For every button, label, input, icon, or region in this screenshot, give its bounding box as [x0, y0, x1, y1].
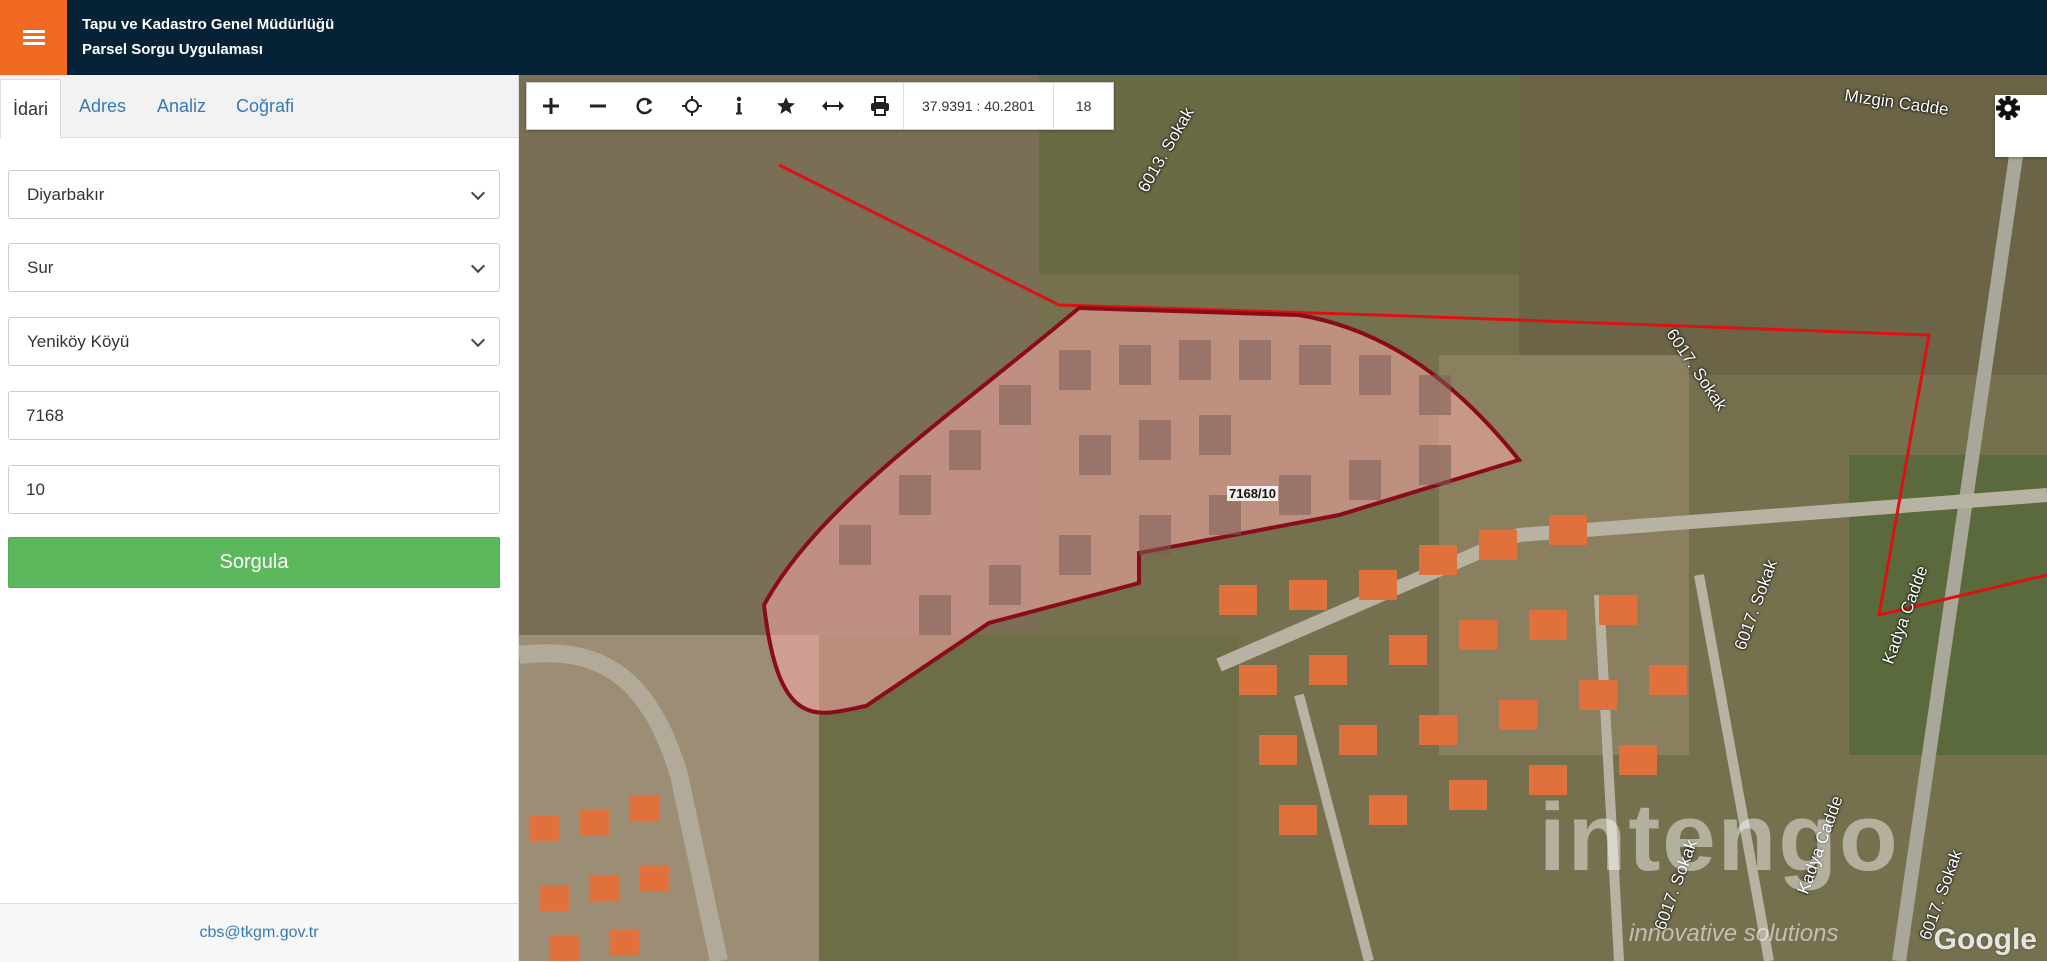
hamburger-icon [22, 29, 45, 46]
watermark-logo: intengo [1539, 784, 1900, 891]
settings-button[interactable] [1995, 95, 2047, 157]
app-title-line2: Parsel Sorgu Uygulaması [82, 41, 263, 58]
tab-idari[interactable]: İdari [0, 79, 62, 139]
refresh-icon[interactable] [621, 83, 668, 129]
tab-cografi[interactable]: Coğrafi [236, 75, 294, 137]
map-toolbar: 37.9391 : 40.2801 18 [526, 82, 1115, 130]
watermark-subtitle: innovative solutions [1629, 920, 1839, 947]
province-select[interactable]: Diyarbakır [8, 170, 500, 219]
map-view[interactable]: Mızgin Cadde 6013. Sokak 6017. Sokak 601… [519, 75, 2047, 961]
app-header: Tapu ve Kadastro Genel Müdürlüğü Parsel … [0, 0, 2047, 75]
contact-footer: cbs@tkgm.gov.tr [0, 903, 518, 962]
parcel-number-input[interactable]: 10 [8, 465, 500, 514]
app-title-line1: Tapu ve Kadastro Genel Müdürlüğü [82, 16, 335, 33]
google-attribution: Google [1933, 923, 2037, 956]
zoom-in-icon[interactable] [527, 83, 574, 129]
star-icon[interactable] [762, 83, 809, 129]
app-title: Tapu ve Kadastro Genel Müdürlüğü Parsel … [82, 12, 334, 62]
gear-icon [1996, 96, 2020, 120]
tab-adres[interactable]: Adres [79, 75, 126, 137]
parcel-label: 7168/10 [1227, 486, 1278, 501]
block-number-input[interactable]: 7168 [8, 391, 500, 440]
print-icon[interactable] [856, 83, 903, 129]
district-select[interactable]: Sur [8, 243, 500, 292]
query-panel: İdari Adres Analiz Coğrafi Diyarbakır Su… [0, 75, 519, 962]
query-button[interactable]: Sorgula [8, 537, 500, 588]
neighborhood-select[interactable]: Yeniköy Köyü [8, 317, 500, 366]
info-icon[interactable] [715, 83, 762, 129]
zoom-level-readout: 18 [1075, 98, 1092, 114]
coordinate-readout: 37.9391 : 40.2801 [903, 83, 1054, 129]
tab-bar: İdari Adres Analiz Coğrafi [0, 75, 518, 139]
menu-button[interactable] [0, 0, 67, 75]
contact-email-link[interactable]: cbs@tkgm.gov.tr [199, 924, 318, 941]
locate-icon[interactable] [668, 83, 715, 129]
measure-icon[interactable] [809, 83, 856, 129]
zoom-out-icon[interactable] [574, 83, 621, 129]
tab-analiz[interactable]: Analiz [157, 75, 206, 137]
